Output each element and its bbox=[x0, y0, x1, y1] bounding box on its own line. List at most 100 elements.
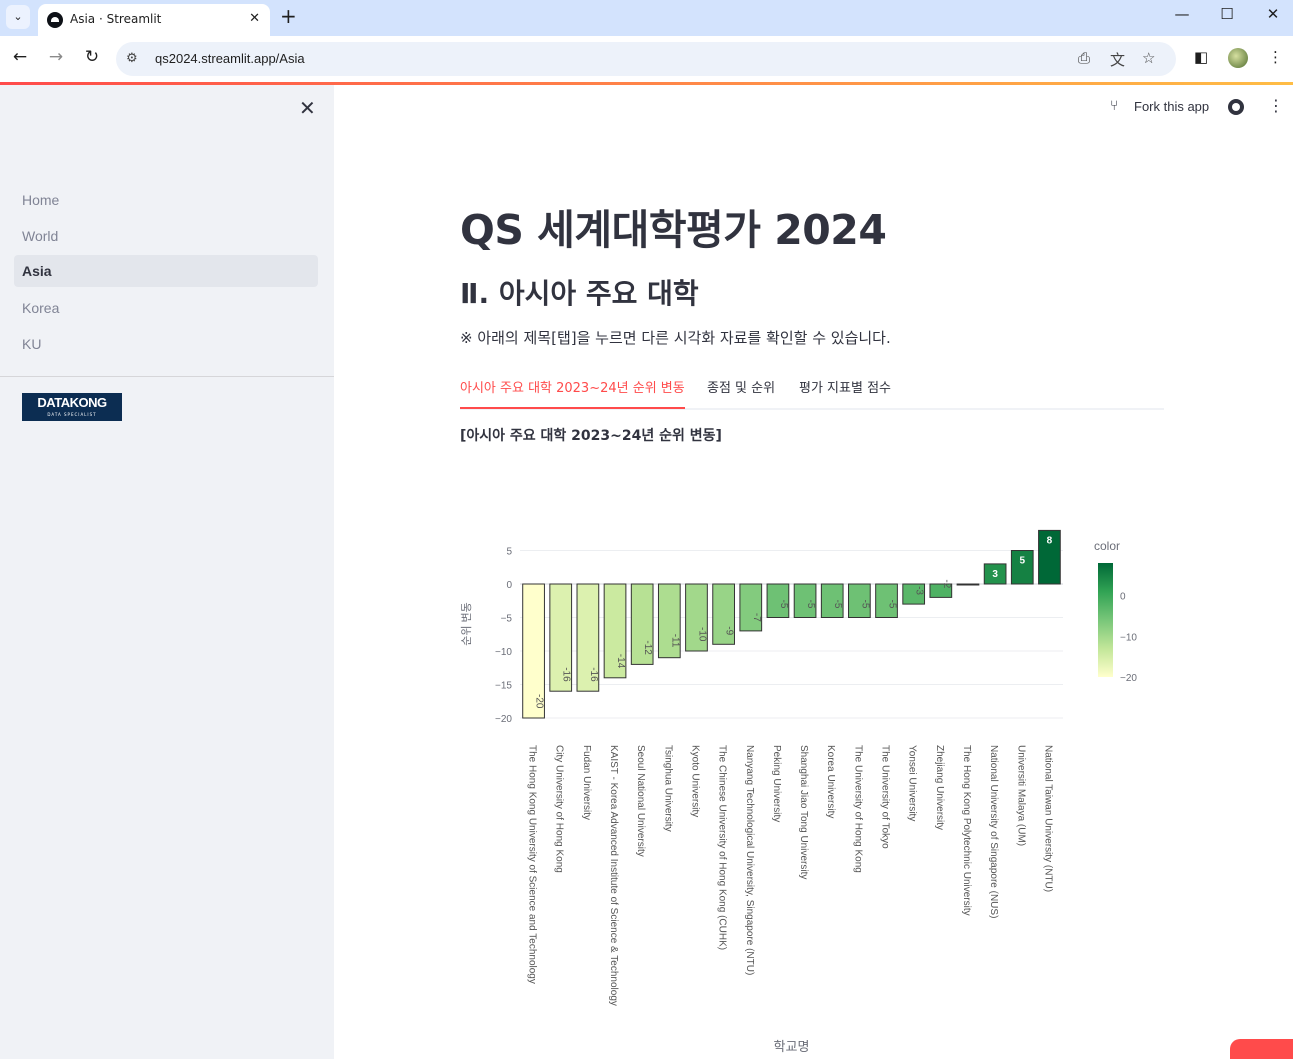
bar-value-label: -20 bbox=[534, 694, 545, 709]
x-tick-label: Korea University bbox=[825, 745, 836, 818]
logo-text: DATAKONG bbox=[37, 395, 107, 410]
bar-value-label: -11 bbox=[669, 634, 680, 648]
app-header: ⑂ Fork this app ⋮ bbox=[334, 85, 1293, 129]
more-vertical-icon[interactable]: ⋮ bbox=[1268, 48, 1283, 66]
arrow-right-icon[interactable]: → bbox=[45, 47, 67, 67]
tab-total-score[interactable]: 종점 및 순위 bbox=[707, 377, 775, 407]
colorbar-tick-label: −20 bbox=[1120, 673, 1137, 684]
bar-value-label: 5 bbox=[1019, 556, 1025, 567]
x-tick-label: Seoul National University bbox=[635, 745, 646, 857]
bar-value-label: -5 bbox=[805, 600, 816, 609]
arrow-left-icon[interactable]: ← bbox=[9, 47, 31, 67]
x-tick-label: The Chinese University of Hong Kong (CUH… bbox=[717, 745, 728, 950]
bar-value-label: -16 bbox=[561, 667, 572, 682]
chart-svg: 50−5−10−15−20순위 변동-20The Hong Kong Unive… bbox=[460, 529, 1137, 1054]
y-tick-label: −10 bbox=[495, 647, 512, 658]
chevron-down-icon[interactable]: ⌄ bbox=[6, 5, 30, 29]
minimize-icon[interactable]: — bbox=[1172, 5, 1192, 23]
x-tick-label: KAIST - Korea Advanced Institute of Scie… bbox=[608, 745, 619, 1006]
sidebar-item-world[interactable]: World bbox=[14, 220, 318, 252]
logo-subtext: DATA SPECIALIST bbox=[47, 412, 97, 417]
x-tick-label: Zhejiang University bbox=[934, 745, 945, 830]
bar-value-label: -14 bbox=[615, 654, 626, 669]
translate-icon[interactable]: 文 bbox=[1110, 49, 1125, 70]
sidebar-divider bbox=[0, 376, 334, 377]
bar bbox=[739, 583, 763, 632]
plus-icon[interactable]: + bbox=[280, 4, 297, 28]
browser-tab[interactable]: Asia · Streamlit ✕ bbox=[38, 4, 270, 36]
bar-value-label: -10 bbox=[696, 627, 707, 642]
bar-value-label: -7 bbox=[751, 613, 762, 622]
x-tick-label: Universiti Malaya (UM) bbox=[1015, 745, 1026, 846]
x-tick-label: Nanyang Technological University, Singap… bbox=[744, 745, 755, 975]
x-tick-label: The University of Tokyo bbox=[880, 745, 891, 849]
install-icon[interactable]: ⎙ bbox=[1078, 49, 1090, 67]
bar-value-label: -5 bbox=[832, 600, 843, 609]
x-tick-label: Fudan University bbox=[581, 745, 592, 820]
x-tick-label: Shanghai Jiao Tong University bbox=[798, 745, 809, 879]
bar bbox=[956, 583, 980, 586]
fork-this-app-button[interactable]: Fork this app bbox=[1134, 99, 1209, 114]
profile-avatar[interactable] bbox=[1228, 48, 1248, 68]
y-tick-label: −15 bbox=[495, 681, 512, 692]
bar-value-label: -2 bbox=[941, 579, 952, 588]
sidebar-item-ku[interactable]: KU bbox=[14, 328, 318, 360]
sidebar-item-korea[interactable]: Korea bbox=[14, 292, 318, 324]
page-subtitle: Ⅱ. 아시아 주요 대학 bbox=[460, 277, 699, 310]
colorbar-title: color bbox=[1094, 539, 1120, 553]
x-tick-label: The Hong Kong University of Science and … bbox=[527, 745, 538, 984]
bar-value-label: -3 bbox=[914, 586, 925, 595]
window-close-icon[interactable]: ✕ bbox=[1263, 5, 1283, 23]
x-tick-label: The Hong Kong Polytechnic University bbox=[961, 745, 972, 916]
side-panel-icon[interactable]: ◧ bbox=[1194, 48, 1208, 66]
tab-list: 아시아 주요 대학 2023~24년 순위 변동 종점 및 순위 평가 지표별 … bbox=[460, 370, 1164, 410]
close-icon[interactable]: ✕ bbox=[249, 11, 260, 26]
streamlit-badge-button[interactable] bbox=[1230, 1039, 1293, 1059]
star-icon[interactable]: ☆ bbox=[1142, 49, 1155, 67]
rank-change-chart: 5 0 −5 −10 −15 −20 순위 변동 -20 The Hong Kong Unive… bbox=[455, 500, 1175, 1059]
page-title: QS 세계대학평가 2024 bbox=[460, 206, 887, 254]
x-tick-label: Peking University bbox=[771, 745, 782, 822]
y-tick-label: −20 bbox=[495, 714, 512, 725]
x-tick-label: Tsinghua University bbox=[662, 745, 673, 832]
x-tick-label: The University of Hong Kong bbox=[852, 745, 863, 873]
bar-value-label: -12 bbox=[642, 640, 653, 655]
browser-toolbar: ← → ↻ ⚙ qs2024.streamlit.app/Asia ⎙ 文 ☆ … bbox=[0, 36, 1293, 82]
streamlit-favicon-icon bbox=[47, 12, 63, 28]
maximize-icon[interactable]: ☐ bbox=[1217, 5, 1237, 23]
sidebar: ✕ Home World Asia Korea KU DATAKONG DATA… bbox=[0, 85, 334, 1059]
close-sidebar-icon[interactable]: ✕ bbox=[299, 96, 316, 120]
colorbar-tick-label: −10 bbox=[1120, 632, 1137, 643]
colorbar-tick-label: 0 bbox=[1120, 592, 1126, 603]
x-tick-label: Kyoto University bbox=[689, 745, 700, 817]
sidebar-item-home[interactable]: Home bbox=[14, 184, 318, 216]
reload-icon[interactable]: ↻ bbox=[81, 47, 103, 67]
bar-value-label: -5 bbox=[778, 600, 789, 609]
tune-icon[interactable]: ⚙ bbox=[126, 51, 138, 66]
more-vertical-icon[interactable]: ⋮ bbox=[1268, 96, 1284, 115]
y-tick-label: 5 bbox=[506, 547, 512, 558]
page-note: ※ 아래의 제목[탭]을 누르면 다른 시각화 자료를 확인할 수 있습니다. bbox=[460, 329, 891, 347]
browser-tab-bar: ⌄ Asia · Streamlit ✕ + — ☐ ✕ bbox=[0, 0, 1293, 36]
y-tick-label: −5 bbox=[501, 614, 513, 625]
x-axis-title: 학교명 bbox=[774, 1039, 810, 1054]
github-icon[interactable] bbox=[1228, 99, 1244, 115]
tab-title: Asia · Streamlit bbox=[70, 12, 162, 26]
bar-value-label: -5 bbox=[859, 600, 870, 609]
sidebar-item-asia[interactable]: Asia bbox=[14, 255, 318, 287]
bar-value-label: -9 bbox=[724, 626, 735, 635]
colorbar bbox=[1098, 563, 1113, 677]
tab-rank-change[interactable]: 아시아 주요 대학 2023~24년 순위 변동 bbox=[460, 377, 685, 409]
address-bar[interactable]: ⚙ qs2024.streamlit.app/Asia ⎙ 文 ☆ bbox=[116, 42, 1176, 76]
x-tick-label: Yonsei University bbox=[907, 745, 918, 821]
bar-value-label: -5 bbox=[887, 600, 898, 609]
x-tick-label: City University of Hong Kong bbox=[554, 745, 565, 873]
fork-icon[interactable]: ⑂ bbox=[1110, 98, 1118, 114]
url-text[interactable]: qs2024.streamlit.app/Asia bbox=[155, 51, 305, 66]
x-tick-label: National University of Singapore (NUS) bbox=[988, 745, 999, 918]
y-axis-title: 순위 변동 bbox=[460, 602, 473, 646]
datakong-logo: DATAKONG DATA SPECIALIST bbox=[22, 393, 122, 421]
bar bbox=[712, 583, 735, 645]
tab-indicator-score[interactable]: 평가 지표별 점수 bbox=[799, 377, 891, 407]
y-tick-label: 0 bbox=[506, 580, 512, 591]
